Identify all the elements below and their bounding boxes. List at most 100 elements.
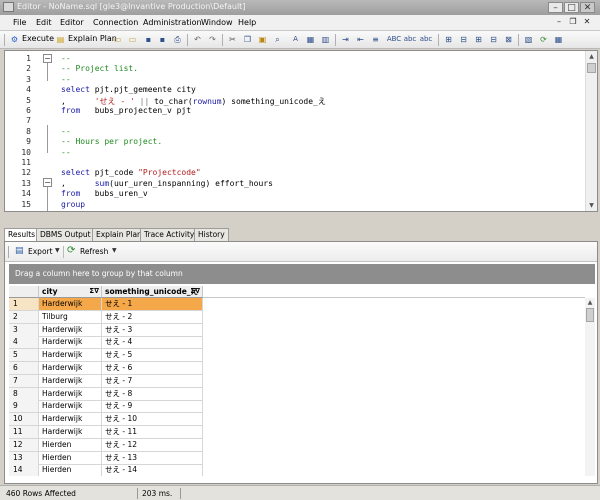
cell-something-unicode[interactable]: せえ - 2 (102, 310, 203, 324)
menu-help[interactable]: Help (238, 18, 256, 27)
undo-icon[interactable]: ↶ (192, 34, 203, 45)
open-icon[interactable]: ▭ (127, 34, 138, 45)
table-row[interactable]: 3 Harderwijk せえ - 3 (9, 323, 203, 337)
pane-splitter[interactable] (0, 213, 600, 227)
refresh-icon[interactable]: ⟳ (67, 245, 78, 256)
cell-something-unicode[interactable]: せえ - 7 (102, 374, 203, 388)
cell-something-unicode[interactable]: せえ - 9 (102, 400, 203, 414)
table-row[interactable]: 13 Hierden せえ - 13 (9, 451, 203, 465)
sql-editor[interactable]: 1 2 3 4 5 6 7 8 9 10 11 12 13 14 15 − − -- -- Project l… (4, 50, 598, 212)
bookmark-next-icon[interactable]: ⊟ (488, 34, 499, 45)
table-row[interactable]: 10 Harderwijk せえ - 10 (9, 413, 203, 427)
cell-city[interactable]: Harderwijk (39, 336, 102, 350)
goto-icon[interactable]: ▥ (320, 34, 331, 45)
cell-city[interactable]: Harderwijk (39, 426, 102, 439)
table-row[interactable]: 12 Hierden せえ - 12 (9, 438, 203, 452)
table-row[interactable]: 2 Tilburg せえ - 2 (9, 310, 203, 324)
cell-something-unicode[interactable]: せえ - 11 (102, 426, 203, 439)
chevron-down-icon[interactable]: ▼ (55, 247, 60, 254)
paste-icon[interactable]: ▣ (257, 34, 268, 45)
tab-results[interactable]: Results (4, 228, 40, 242)
minimize-button[interactable]: – (548, 2, 563, 13)
bookmark-prev-icon[interactable]: ⊠ (503, 34, 514, 45)
row-index[interactable]: 4 (9, 336, 39, 350)
close-button[interactable]: ✕ (580, 2, 595, 13)
cell-something-unicode[interactable]: せえ - 12 (102, 438, 203, 452)
row-index[interactable]: 8 (9, 387, 39, 401)
tab-trace-activity[interactable]: Trace Activity (140, 228, 199, 241)
cut-icon[interactable]: ✂ (227, 34, 238, 45)
format-icon[interactable]: ≡ (370, 34, 381, 45)
tab-explain-plan[interactable]: Explain Plan (92, 228, 146, 241)
mdi-close-button[interactable]: ✕ (581, 17, 593, 28)
menu-file[interactable]: File (13, 18, 26, 27)
table-row[interactable]: 8 Harderwijk せえ - 8 (9, 387, 203, 401)
fold-toggle[interactable]: − (43, 178, 52, 187)
cell-city[interactable]: Harderwijk (39, 298, 102, 311)
titlecase-icon[interactable]: abc (418, 34, 434, 45)
scroll-up-icon[interactable]: ▲ (587, 52, 596, 61)
cell-city[interactable]: Harderwijk (39, 413, 102, 427)
sum-filter-icon[interactable]: Σ∇ (190, 286, 200, 297)
refresh-icon[interactable]: ⟳ (538, 34, 549, 45)
find-icon[interactable]: ⌕ (272, 34, 283, 45)
cell-city[interactable]: Harderwijk (39, 387, 102, 401)
find-text-icon[interactable]: A (290, 34, 301, 45)
table-row[interactable]: 1 Harderwijk せえ - 1 (9, 298, 203, 311)
cell-city[interactable]: Harderwijk (39, 349, 102, 363)
uppercase-icon[interactable]: ABC (386, 34, 402, 45)
cell-city[interactable]: Harderwijk (39, 400, 102, 414)
row-index[interactable]: 6 (9, 362, 39, 375)
scroll-thumb[interactable] (586, 308, 594, 322)
outdent-icon[interactable]: ⇤ (355, 34, 366, 45)
comment-icon[interactable]: ⊞ (443, 34, 454, 45)
refresh-button[interactable]: Refresh (80, 247, 108, 256)
copy-icon[interactable]: ❐ (242, 34, 253, 45)
folder-icon[interactable]: ▭ (112, 34, 123, 45)
row-index[interactable]: 12 (9, 438, 39, 452)
cell-city[interactable]: Hierden (39, 464, 102, 476)
scroll-down-icon[interactable]: ▼ (587, 201, 596, 210)
row-index[interactable]: 11 (9, 426, 39, 439)
chevron-down-icon[interactable]: ▼ (112, 247, 117, 254)
tab-history[interactable]: History (194, 228, 229, 241)
table-row[interactable]: 6 Harderwijk せえ - 6 (9, 362, 203, 375)
row-index[interactable]: 13 (9, 451, 39, 465)
image-icon[interactable]: ▧ (523, 34, 534, 45)
cell-city[interactable]: Harderwijk (39, 374, 102, 388)
scroll-up-icon[interactable]: ▲ (585, 298, 595, 307)
indent-icon[interactable]: ⇥ (340, 34, 351, 45)
mdi-minimize-button[interactable]: – (553, 17, 565, 28)
cell-city[interactable]: Tilburg (39, 310, 102, 324)
table-row[interactable]: 5 Harderwijk せえ - 5 (9, 349, 203, 363)
explain-plan-icon[interactable]: ▤ (55, 34, 66, 45)
cell-city[interactable]: Harderwijk (39, 323, 102, 337)
lowercase-icon[interactable]: abc (402, 34, 418, 45)
table-row[interactable]: 4 Harderwijk せえ - 4 (9, 336, 203, 350)
table-row[interactable]: 9 Harderwijk せえ - 9 (9, 400, 203, 414)
sum-filter-icon[interactable]: Σ∇ (89, 286, 99, 297)
grid-vertical-scrollbar[interactable]: ▲ (585, 298, 595, 476)
print-icon[interactable]: ⎙ (172, 34, 183, 45)
menu-edit[interactable]: Edit (36, 18, 52, 27)
save-icon[interactable]: ▪ (143, 34, 154, 45)
cell-city[interactable]: Hierden (39, 451, 102, 465)
row-index[interactable]: 5 (9, 349, 39, 363)
table-row[interactable]: 7 Harderwijk せえ - 7 (9, 374, 203, 388)
tab-dbms-output[interactable]: DBMS Output (36, 228, 95, 241)
cell-something-unicode[interactable]: せえ - 14 (102, 464, 203, 476)
replace-icon[interactable]: ▦ (305, 34, 316, 45)
bookmark-icon[interactable]: ⊞ (473, 34, 484, 45)
cell-something-unicode[interactable]: せえ - 10 (102, 413, 203, 427)
editor-vertical-scrollbar[interactable]: ▲ ▼ (585, 51, 597, 211)
redo-icon[interactable]: ↷ (207, 34, 218, 45)
maximize-button[interactable]: □ (564, 2, 579, 13)
cell-city[interactable]: Hierden (39, 438, 102, 452)
row-index[interactable]: 10 (9, 413, 39, 427)
table-row[interactable]: 11 Harderwijk せえ - 11 (9, 426, 203, 439)
row-index[interactable]: 14 (9, 464, 39, 476)
row-index[interactable]: 3 (9, 323, 39, 337)
export-button[interactable]: Export (28, 247, 53, 256)
row-index[interactable]: 9 (9, 400, 39, 414)
scroll-thumb[interactable] (587, 63, 596, 73)
